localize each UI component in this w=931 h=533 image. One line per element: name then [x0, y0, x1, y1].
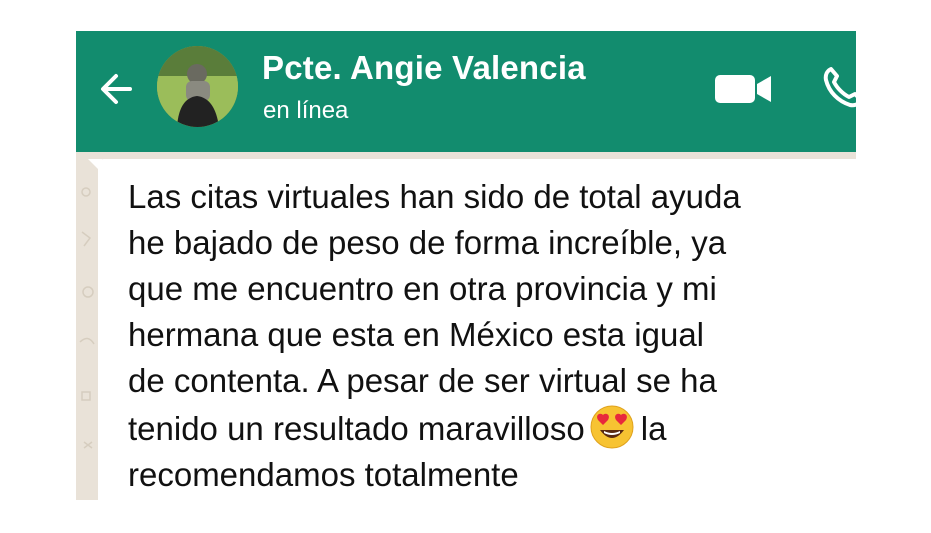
phone-icon[interactable]: [821, 65, 856, 110]
chat-header: Pcte. Angie Valencia en línea: [76, 31, 856, 152]
message-line-text: la: [640, 410, 667, 447]
message-line-text: tenido un resultado maravilloso: [128, 410, 585, 447]
message-line: recomendamos totalmente: [128, 456, 519, 493]
message-line: he bajado de peso de forma increíble, ya: [128, 224, 727, 261]
video-call-icon[interactable]: [714, 71, 774, 107]
heart-eyes-emoji-icon: [590, 405, 634, 449]
message-text: Las citas virtuales han sido de total ay…: [128, 174, 848, 498]
message-line: Las citas virtuales han sido de total ay…: [128, 178, 741, 215]
contact-name[interactable]: Pcte. Angie Valencia: [262, 49, 586, 87]
chat-window: Pcte. Angie Valencia en línea Las citas …: [76, 31, 856, 500]
message-line: de contenta. A pesar de ser virtual se h…: [128, 362, 717, 399]
back-arrow-icon[interactable]: [94, 67, 138, 111]
message-line: que me encuentro en otra provincia y mi: [128, 270, 717, 307]
message-line-with-emoji: tenido un resultado maravilloso la: [128, 404, 848, 452]
avatar[interactable]: [157, 46, 238, 127]
avatar-photo: [157, 46, 238, 127]
contact-status: en línea: [263, 97, 349, 124]
message-line: hermana que esta en México esta igual: [128, 316, 705, 353]
